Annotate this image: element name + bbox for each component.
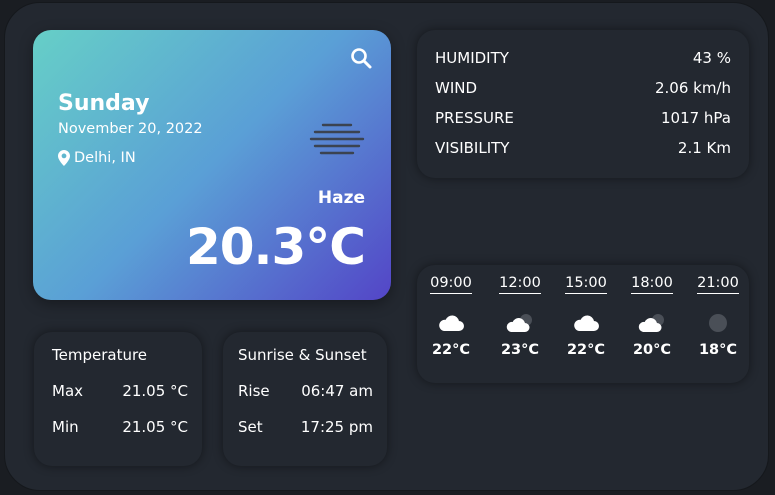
forecast-time: 21:00 [697, 275, 739, 294]
forecast-time: 15:00 [565, 275, 607, 294]
stat-label: HUMIDITY [435, 49, 509, 67]
forecast-item: 09:00 22°C [423, 275, 479, 358]
search-icon[interactable] [349, 46, 373, 70]
forecast-item: 18:00 20°C [624, 275, 680, 358]
haze-icon [309, 123, 365, 155]
weather-condition: Haze [317, 188, 365, 208]
cloud-icon [439, 315, 464, 331]
max-label: Max [52, 382, 84, 400]
min-temp-row: Min 21.05 °C [52, 418, 188, 436]
stat-label: WIND [435, 79, 478, 97]
rise-label: Rise [238, 382, 270, 400]
forecast-temp: 23°C [500, 342, 540, 358]
forecast-time: 09:00 [430, 275, 472, 294]
stat-value: 2.1 Km [677, 139, 731, 157]
forecast-temp: 18°C [698, 342, 738, 358]
weather-stats-panel: HUMIDITY 43 % WIND 2.06 km/h PRESSURE 10… [417, 30, 749, 178]
location: Delhi, IN [58, 150, 136, 166]
weather-app: Sunday November 20, 2022 Delhi, IN Haze … [4, 2, 769, 491]
max-value: 21.05 °C [122, 382, 188, 400]
min-label: Min [52, 418, 79, 436]
forecast-temp: 22°C [431, 342, 471, 358]
sunset-row: Set 17:25 pm [238, 418, 373, 436]
cloud-moon-icon [506, 314, 532, 332]
forecast-temp: 20°C [632, 342, 672, 358]
location-name: Delhi, IN [74, 150, 136, 166]
current-temperature: 20.3°C [185, 218, 366, 276]
temperature-panel: Temperature Max 21.05 °C Min 21.05 °C [34, 332, 202, 466]
max-temp-row: Max 21.05 °C [52, 382, 188, 400]
forecast-item: 15:00 22°C [558, 275, 614, 358]
cloud-icon [574, 315, 599, 331]
forecast-time: 18:00 [631, 275, 673, 294]
current-weather-card: Sunday November 20, 2022 Delhi, IN Haze … [33, 30, 391, 300]
stat-row-pressure: PRESSURE 1017 hPa [435, 109, 731, 127]
stat-label: PRESSURE [435, 109, 514, 127]
stat-label: VISIBILITY [435, 139, 510, 157]
sunrise-sunset-panel: Sunrise & Sunset Rise 06:47 am Set 17:25… [223, 332, 387, 466]
stat-row-humidity: HUMIDITY 43 % [435, 49, 731, 67]
moon-icon [709, 314, 727, 332]
current-date: November 20, 2022 [58, 121, 203, 137]
hourly-forecast-panel: 09:00 22°C 12:00 23°C 15:00 22°C 18:00 2… [417, 265, 749, 383]
sunrise-row: Rise 06:47 am [238, 382, 373, 400]
stat-row-wind: WIND 2.06 km/h [435, 79, 731, 97]
stat-value: 2.06 km/h [654, 79, 731, 97]
stat-value: 43 % [692, 49, 731, 67]
cloud-moon-icon [638, 314, 664, 332]
panel-title: Sunrise & Sunset [238, 346, 367, 364]
stat-value: 1017 hPa [660, 109, 731, 127]
set-label: Set [238, 418, 263, 436]
day-name: Sunday [58, 91, 150, 116]
min-value: 21.05 °C [122, 418, 188, 436]
panel-title: Temperature [52, 346, 148, 364]
forecast-time: 12:00 [499, 275, 541, 294]
stat-row-visibility: VISIBILITY 2.1 Km [435, 139, 731, 157]
location-pin-icon [58, 150, 70, 166]
rise-value: 06:47 am [301, 382, 373, 400]
forecast-item: 12:00 23°C [492, 275, 548, 358]
forecast-item: 21:00 18°C [690, 275, 746, 358]
forecast-temp: 22°C [566, 342, 606, 358]
set-value: 17:25 pm [300, 418, 373, 436]
